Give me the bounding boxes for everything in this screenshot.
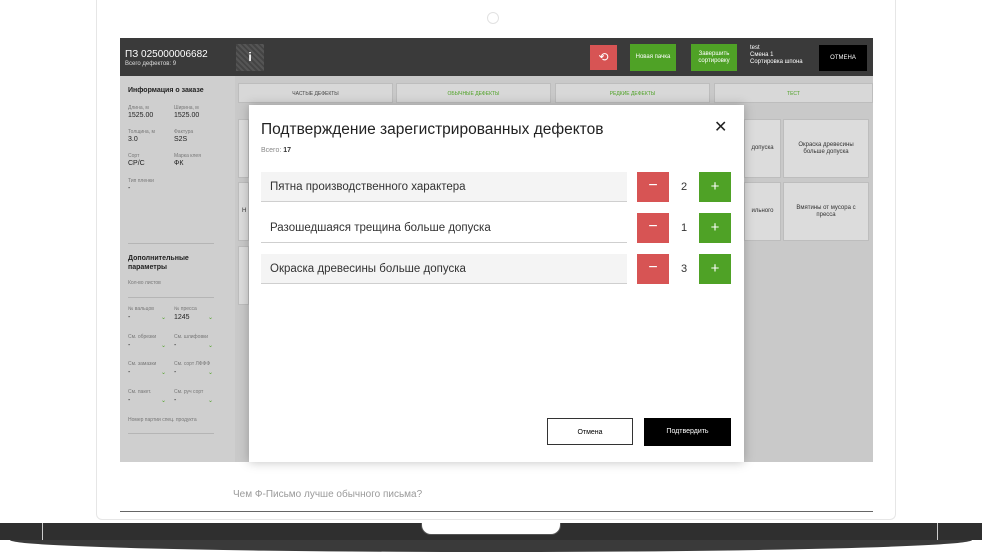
finish-sort-button[interactable]: Завершить сортировку [691, 44, 737, 71]
defect-tabs: ЧАСТЫЕ ДЕФЕКТЫ ОБЫЧНЫЕ ДЕФЕКТЫ РЕДКИЕ ДЕ… [238, 83, 873, 103]
manual-label: См. руч сорт [174, 389, 204, 395]
glue-label: Марка клея [174, 153, 201, 159]
camera-icon [487, 12, 499, 24]
chevron-down-icon: ⌄ [208, 398, 214, 404]
chevron-down-icon: ⌄ [161, 370, 167, 376]
mode: Сортировка шпона [750, 59, 803, 65]
modal-title: Подтверждение зарегистрированных дефекто… [261, 121, 604, 138]
decrement-button[interactable]: − [637, 213, 669, 243]
chevron-down-icon: ⌄ [208, 315, 214, 321]
divider [128, 433, 214, 434]
defect-card[interactable]: допуска [744, 119, 781, 178]
glue-value: ФК [174, 160, 184, 167]
trim-label: См. обрезки [128, 334, 157, 340]
chevron-down-icon: ⌄ [161, 343, 167, 349]
chevron-down-icon: ⌄ [208, 343, 214, 349]
sort-lfff-select[interactable]: - [174, 369, 176, 376]
defect-count: 2 [680, 181, 688, 193]
impreg-select[interactable]: - [128, 397, 130, 404]
base-tick [937, 523, 938, 540]
decrement-button[interactable]: − [637, 172, 669, 202]
width-value: 1525.00 [174, 112, 200, 119]
chevron-down-icon: ⌄ [208, 370, 214, 376]
putty-select[interactable]: - [128, 369, 130, 376]
increment-button[interactable]: + [699, 254, 731, 284]
confirm-defects-modal: Подтверждение зарегистрированных дефекто… [249, 105, 744, 462]
chevron-down-icon: ⌄ [161, 315, 167, 321]
laptop-notch [421, 523, 561, 535]
user-info: test Смена 1 Сортировка шпона [750, 45, 803, 66]
width-label: Ширина, м [174, 105, 199, 111]
defects-total: Всего дефектов: 9 [125, 61, 177, 67]
total-value: 17 [283, 147, 292, 154]
shaft-label: № вальцов [128, 306, 154, 312]
cancel-top-button[interactable]: ОТМЕНА [819, 45, 867, 71]
grind-label: См. шлифовки [174, 334, 209, 340]
defect-count: 1 [680, 222, 688, 234]
extra-params-title: Дополнительные параметры [128, 255, 189, 271]
defect-card[interactable] [238, 119, 249, 178]
tab-rare[interactable]: РЕДКИЕ ДЕФЕКТЫ [555, 83, 710, 103]
shaft-select[interactable]: - [128, 314, 130, 321]
new-pack-button[interactable]: Новая пачка [630, 44, 676, 71]
undo-button[interactable]: ⟲ [590, 45, 617, 70]
film-value: - [128, 185, 131, 192]
shift: Смена 1 [750, 52, 774, 58]
texture-value: S2S [174, 136, 188, 143]
divider [120, 511, 873, 512]
tab-frequent[interactable]: ЧАСТЫЕ ДЕФЕКТЫ [238, 83, 393, 103]
length-label: Длина, м [128, 105, 149, 111]
defect-card[interactable]: ильного [744, 182, 781, 241]
press-label: № пресса [174, 306, 197, 312]
decrement-button[interactable]: − [637, 254, 669, 284]
total-label: Всего: [261, 147, 282, 154]
press-select[interactable]: 1245 [174, 314, 190, 321]
top-bar: ПЗ 025000006682 Всего дефектов: 9 i ⟲ Но… [120, 38, 873, 76]
chevron-down-icon: ⌄ [161, 398, 167, 404]
defect-card[interactable]: Вмятины от мусора с пресса [783, 182, 869, 241]
order-title: ПЗ 025000006682 [125, 49, 208, 60]
info-button[interactable]: i [236, 44, 264, 71]
laptop-base-bottom [10, 540, 972, 552]
defect-card[interactable]: Н [238, 182, 249, 241]
confirm-button[interactable]: Подтвердить [644, 418, 731, 446]
user-name: test [750, 45, 760, 51]
thickness-value: 3.0 [128, 136, 138, 143]
trim-select[interactable]: - [128, 342, 130, 349]
sheets-label: Кол-во листов [128, 280, 161, 286]
batch-label: Номер партии спец. продукта [128, 417, 197, 423]
tab-common[interactable]: ОБЫЧНЫЕ ДЕФЕКТЫ [396, 83, 551, 103]
order-info-title: Информация о заказе [128, 87, 204, 94]
length-value: 1525.00 [128, 112, 154, 119]
defect-row-label: Разошедшаяся трещина больше допуска [261, 213, 627, 243]
base-tick [42, 523, 43, 540]
defect-count: 3 [680, 263, 688, 275]
increment-button[interactable]: + [699, 172, 731, 202]
thickness-label: Толщина, м [128, 129, 155, 135]
defect-row-label: Пятна производственного характера [261, 172, 627, 202]
grade-value: CP/C [128, 160, 145, 167]
close-icon[interactable]: ✕ [714, 117, 727, 137]
grade-label: Сорт [128, 153, 140, 159]
defect-card[interactable]: Окраска древесины больше допуска [783, 119, 869, 178]
putty-label: См. замазки [128, 361, 157, 367]
cancel-button[interactable]: Отмена [547, 418, 633, 445]
manual-select[interactable]: - [174, 397, 176, 404]
sort-lfff-label: См. сорт ЛФФФ [174, 361, 211, 367]
divider [128, 243, 214, 244]
defect-card[interactable] [238, 246, 249, 305]
increment-button[interactable]: + [699, 213, 731, 243]
sidebar: Информация о заказе Длина, м 1525.00 Шир… [120, 76, 235, 462]
caption: Чем Ф-Письмо лучше обычного письма? [233, 489, 423, 500]
total-count: Всего: 17 [261, 147, 291, 154]
grind-select[interactable]: - [174, 342, 176, 349]
texture-label: Фактура [174, 129, 194, 135]
divider [128, 297, 214, 298]
tab-test[interactable]: ТЕСТ [714, 83, 873, 103]
film-label: Тип пленки [128, 178, 154, 184]
impreg-label: См. пакет. [128, 389, 152, 395]
defect-row-label: Окраска древесины больше допуска [261, 254, 627, 284]
